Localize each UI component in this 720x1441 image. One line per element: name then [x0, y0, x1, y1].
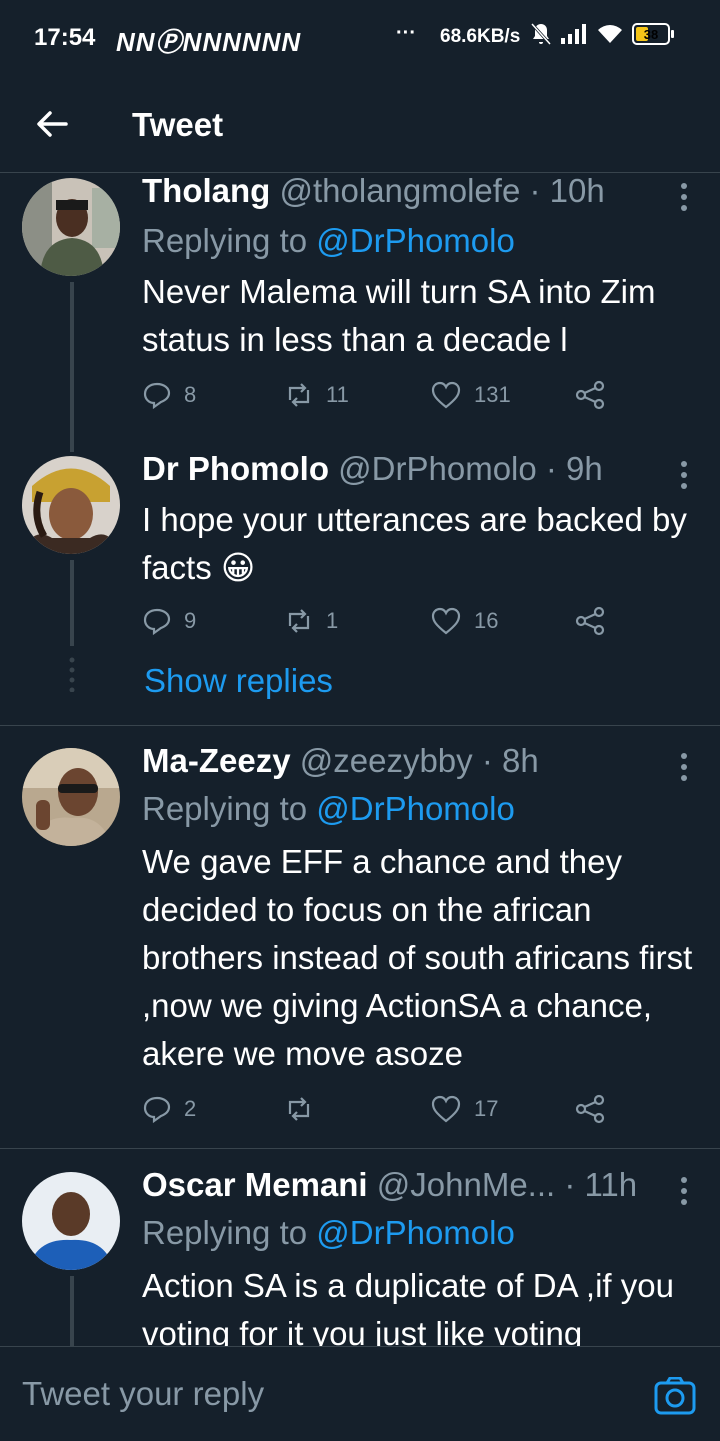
tweet-text: We gave EFF a chance and they decided to… [142, 843, 693, 1072]
retweet-button[interactable]: 11 [284, 380, 349, 410]
like-count: 131 [474, 382, 511, 407]
replying-to: Replying to @DrPhomolo [142, 222, 515, 259]
signal-icon [561, 24, 586, 44]
reply-button[interactable]: 9 [142, 606, 196, 636]
reply-icon [143, 1096, 171, 1124]
status-bar: 17:54 NNⓅNNNNNN ··· 68.6KB/s 38 [0, 0, 720, 76]
retweet-icon [288, 609, 310, 633]
author-name[interactable]: Dr Phomolo [142, 450, 329, 487]
mute-bell-icon [530, 22, 552, 46]
mention-link[interactable]: @DrPhomolo [316, 790, 515, 827]
tweet-header: Oscar Memani @JohnMe... · 11h [142, 1166, 637, 1204]
reply-count: 8 [184, 382, 197, 407]
wifi-icon [598, 25, 622, 43]
author-name[interactable]: Oscar Memani [142, 1166, 368, 1203]
thread-line [70, 282, 74, 452]
thread-line [70, 560, 74, 646]
author-handle: @DrPhomolo · 9h [338, 450, 603, 487]
show-replies-link[interactable]: Show replies [144, 662, 333, 700]
tweet-text: Action SA is a duplicate of DA ,if you v… [142, 1267, 674, 1346]
tweet-header: Tholang @tholangmolefe · 10h [142, 172, 605, 210]
mention-link[interactable]: @DrPhomolo [316, 222, 515, 259]
collapsed-thread-dots [69, 657, 75, 692]
author-name[interactable]: Ma-Zeezy [142, 742, 291, 779]
reply-count: 2 [184, 1096, 197, 1121]
retweet-icon [288, 383, 310, 407]
reply-composer: Tweet your reply [0, 1346, 720, 1441]
reply-count: 9 [184, 608, 197, 633]
retweet-button[interactable] [284, 1094, 326, 1124]
avatar[interactable] [22, 1172, 120, 1270]
back-arrow-icon[interactable] [32, 104, 72, 144]
reply-button[interactable]: 2 [142, 1094, 196, 1124]
avatar[interactable] [22, 748, 120, 846]
share-button[interactable] [574, 606, 618, 636]
network-speed: 68.6KB/s [440, 26, 521, 47]
status-time: 17:54 [34, 24, 96, 51]
retweet-count: 11 [326, 382, 349, 407]
share-icon [575, 1094, 605, 1124]
page-title: Tweet [132, 106, 224, 143]
like-button[interactable]: 16 [430, 606, 498, 636]
share-icon [575, 606, 605, 636]
reply-icon [143, 382, 171, 410]
divider [0, 1148, 720, 1149]
tweet-header: Ma-Zeezy @zeezybby · 8h [142, 742, 539, 780]
heart-icon [431, 381, 461, 409]
tweet-reply[interactable]: Dr Phomolo @DrPhomolo · 9h I hope your u… [0, 450, 720, 725]
reply-button[interactable]: 8 [142, 380, 196, 410]
replying-to: Replying to @DrPhomolo [142, 790, 515, 827]
more-options-icon[interactable] [672, 750, 696, 784]
avatar[interactable] [22, 456, 120, 554]
divider [0, 725, 720, 726]
like-count: 17 [474, 1096, 499, 1121]
tweet-actions: 9 1 16 [142, 606, 622, 642]
battery-level: 38 [643, 26, 659, 42]
reply-input[interactable]: Tweet your reply [22, 1375, 264, 1413]
tweet-reply[interactable]: Tholang @tholangmolefe · 10h Replying to… [0, 172, 720, 452]
retweet-button[interactable]: 1 [284, 606, 338, 636]
notification-icons: NNⓅNNNNNN [116, 27, 302, 57]
like-button[interactable]: 17 [430, 1094, 498, 1124]
reply-icon [143, 608, 171, 636]
author-handle: @tholangmolefe · 10h [279, 172, 605, 209]
replying-to: Replying to @DrPhomolo [142, 1214, 515, 1251]
heart-icon [431, 1095, 461, 1123]
app-bar: Tweet [0, 80, 720, 173]
share-button[interactable] [574, 1094, 618, 1124]
like-button[interactable]: 131 [430, 380, 511, 410]
tweet-actions: 2 17 [142, 1094, 622, 1130]
more-notifications-icon: ··· [396, 22, 416, 44]
system-icons: 38 [530, 22, 674, 46]
tweet-header: Dr Phomolo @DrPhomolo · 9h [142, 450, 603, 488]
thread-line [70, 1276, 74, 1346]
author-handle: @zeezybby · 8h [299, 742, 539, 779]
more-options-icon[interactable] [672, 1174, 696, 1208]
heart-icon [431, 607, 461, 635]
like-count: 16 [474, 608, 499, 633]
tweet-reply[interactable]: Ma-Zeezy @zeezybby · 8h Replying to @DrP… [0, 742, 720, 1148]
tweet-reply[interactable]: Oscar Memani @JohnMe... · 11h Replying t… [0, 1166, 720, 1346]
mention-link[interactable]: @DrPhomolo [316, 1214, 515, 1251]
camera-icon[interactable] [654, 1377, 696, 1415]
more-options-icon[interactable] [672, 458, 696, 492]
share-icon [575, 380, 605, 410]
tweet-text: I hope your utterances are backed by fac… [142, 501, 687, 586]
battery-icon: 38 [632, 23, 674, 45]
retweet-count: 1 [326, 608, 339, 633]
tweet-text: Never Malema will turn SA into Zim statu… [142, 273, 656, 358]
more-options-icon[interactable] [672, 180, 696, 214]
avatar[interactable] [22, 178, 120, 276]
author-handle: @JohnMe... · 11h [376, 1166, 638, 1203]
author-name[interactable]: Tholang [142, 172, 270, 209]
retweet-icon [288, 1097, 310, 1121]
tweet-actions: 8 11 131 [142, 380, 622, 416]
share-button[interactable] [574, 380, 618, 410]
